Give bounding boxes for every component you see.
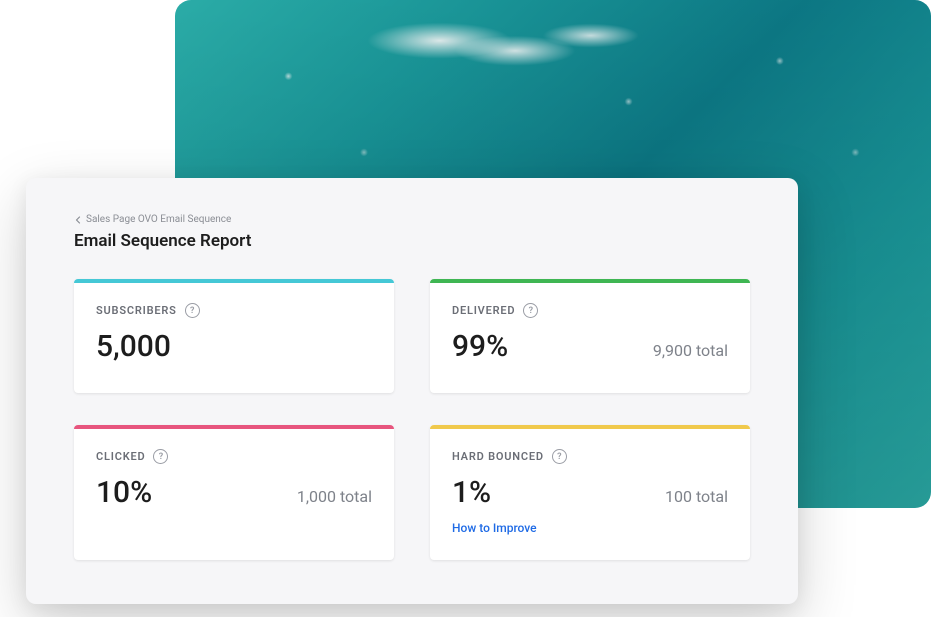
card-value: 10% xyxy=(96,476,152,509)
card-accent xyxy=(74,425,394,429)
help-icon[interactable]: ? xyxy=(185,303,200,318)
how-to-improve-link[interactable]: How to Improve xyxy=(452,521,537,535)
card-body: 1% 100 total xyxy=(452,476,728,509)
card-label: SUBSCRIBERS xyxy=(96,304,177,317)
card-body: 99% 9,900 total xyxy=(452,330,728,363)
card-total: 9,900 total xyxy=(653,341,728,360)
breadcrumb[interactable]: Sales Page OVO Email Sequence xyxy=(74,214,750,225)
card-body: 10% 1,000 total xyxy=(96,476,372,509)
page-title: Email Sequence Report xyxy=(74,231,750,251)
help-icon[interactable]: ? xyxy=(552,449,567,464)
card-total: 1,000 total xyxy=(297,487,372,506)
card-header: SUBSCRIBERS ? xyxy=(96,303,372,318)
card-header: HARD BOUNCED ? xyxy=(452,449,728,464)
card-value: 1% xyxy=(452,476,491,509)
card-header: DELIVERED ? xyxy=(452,303,728,318)
card-label: CLICKED xyxy=(96,450,145,463)
breadcrumb-label: Sales Page OVO Email Sequence xyxy=(86,214,231,225)
card-label: DELIVERED xyxy=(452,304,515,317)
card-header: CLICKED ? xyxy=(96,449,372,464)
card-accent xyxy=(74,279,394,283)
help-icon[interactable]: ? xyxy=(153,449,168,464)
card-accent xyxy=(430,425,750,429)
card-accent xyxy=(430,279,750,283)
card-value: 5,000 xyxy=(96,330,171,363)
card-clicked: CLICKED ? 10% 1,000 total xyxy=(74,425,394,560)
card-hard-bounced: HARD BOUNCED ? 1% 100 total How to Impro… xyxy=(430,425,750,560)
card-body: 5,000 xyxy=(96,330,372,363)
card-delivered: DELIVERED ? 99% 9,900 total xyxy=(430,279,750,393)
card-label: HARD BOUNCED xyxy=(452,450,544,463)
chevron-left-icon xyxy=(74,216,82,224)
help-icon[interactable]: ? xyxy=(523,303,538,318)
report-panel: Sales Page OVO Email Sequence Email Sequ… xyxy=(26,178,798,604)
card-subscribers: SUBSCRIBERS ? 5,000 xyxy=(74,279,394,393)
card-total: 100 total xyxy=(665,487,728,506)
card-value: 99% xyxy=(452,330,508,363)
stats-grid: SUBSCRIBERS ? 5,000 DELIVERED ? 99% 9,90… xyxy=(74,279,750,560)
